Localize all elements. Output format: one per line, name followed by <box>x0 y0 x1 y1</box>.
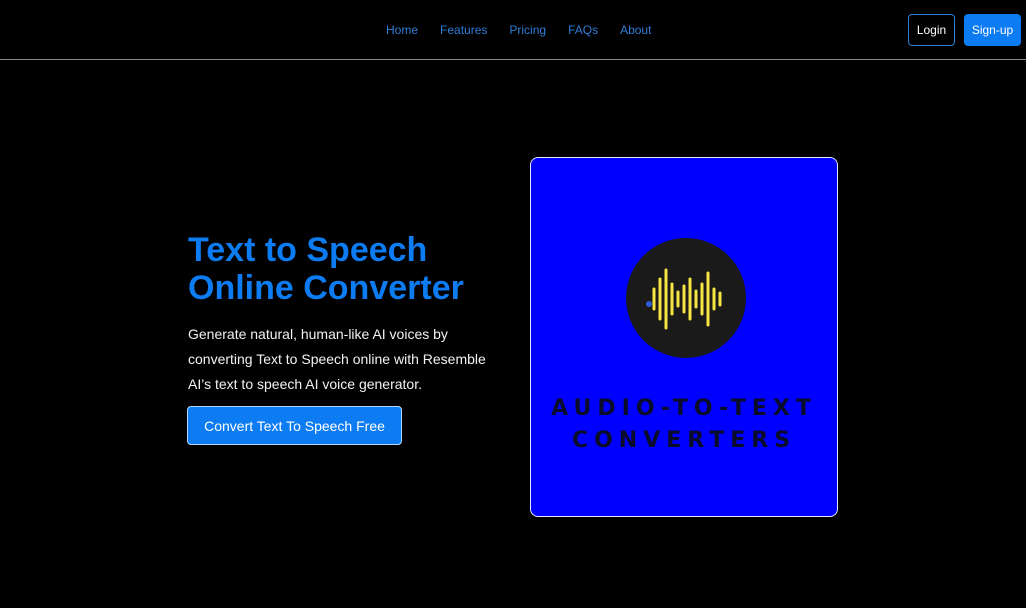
nav-link-faqs[interactable]: FAQs <box>568 22 598 38</box>
logo-card: AUDIO-TO-TEXT CONVERTERS <box>530 157 838 517</box>
hero-title-line2: Online Converter <box>188 269 464 307</box>
convert-text-to-speech-button[interactable]: Convert Text To Speech Free <box>187 406 402 445</box>
nav-link-features[interactable]: Features <box>440 22 487 38</box>
hero-description: Generate natural, human-like AI voices b… <box>188 326 486 392</box>
login-button[interactable]: Login <box>908 14 955 46</box>
nav-links: Home Features Pricing FAQs About <box>386 22 673 38</box>
logo-text-line1: AUDIO-TO-TEXT <box>551 396 817 421</box>
navbar: Home Features Pricing FAQs About Login S… <box>0 0 1026 60</box>
nav-link-pricing[interactable]: Pricing <box>509 22 546 38</box>
hero-title-line1: Text to Speech <box>188 231 428 269</box>
nav-link-about[interactable]: About <box>620 22 651 38</box>
signup-button[interactable]: Sign-up <box>964 14 1021 46</box>
hero-title: Text to Speech Online Converter <box>188 231 528 307</box>
logo-graphic <box>626 238 746 358</box>
nav-link-home[interactable]: Home <box>386 22 418 38</box>
dot-icon <box>646 301 652 307</box>
logo-text-line2: CONVERTERS <box>571 428 797 453</box>
sound-wave-icon-circle <box>626 238 746 358</box>
